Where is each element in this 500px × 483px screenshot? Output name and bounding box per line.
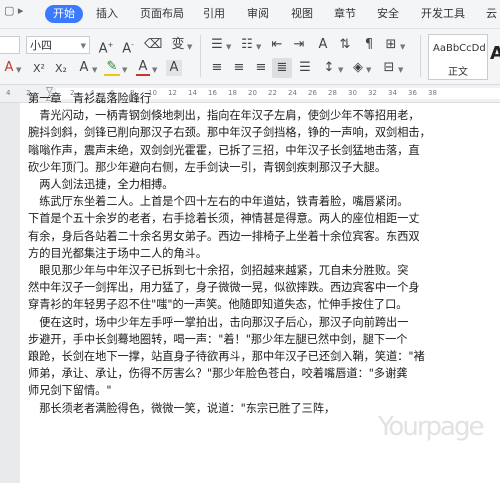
align-left-icon[interactable]: ≡ xyxy=(208,60,226,76)
text-line: 砍少年顶门。那少年避向右侧，左手剑诀一引，青钢剑疾刺那汉子大腿。 xyxy=(28,160,387,174)
text-line: 青光闪动，一柄青钢剑倏地刺出，指向在年汉子左肩，使剑少年不等招用老， xyxy=(28,109,420,123)
style-more-button[interactable]: A xyxy=(490,43,500,64)
menu-bar: ▢ ▸ 开始 插入 页面布局 引用 审阅 视图 章节 安全 开发工具 云 xyxy=(0,0,500,29)
document-body[interactable]: 第一章 青衫磊落险峰行 青光闪动，一柄青钢剑倏地刺出，指向在年汉子左肩，使剑少年… xyxy=(28,90,468,417)
style-name: 正文 xyxy=(448,67,468,78)
font-name-select[interactable] xyxy=(0,36,20,54)
tab-developer-tools[interactable]: 开发工具 xyxy=(421,6,465,22)
subscript-icon[interactable]: X₂ xyxy=(52,61,70,77)
text-line: 眼见那少年与中年汉子已拆到七十余招，剑招越来越紧，兀自未分胜败。突 xyxy=(28,264,409,278)
chevron-down-icon[interactable]: ▼ xyxy=(122,66,127,74)
chevron-down-icon[interactable]: ▼ xyxy=(398,66,403,74)
text-line: 腕抖剑斜，剑锋已削向那汉子右颈。那中年汉子剑挡格，铮的一声响，双剑相击， xyxy=(28,126,431,140)
shading-fill-icon[interactable]: ◈ xyxy=(350,60,366,76)
style-sample: AaBbCcDd xyxy=(433,43,486,54)
font-size-select[interactable]: 小四 ▼ xyxy=(26,36,90,54)
tab-page-layout[interactable]: 页面布局 xyxy=(140,6,184,22)
text-line: 师兄剑下留情。" xyxy=(28,384,112,398)
separator xyxy=(420,35,421,77)
watermark: Yourpage xyxy=(378,412,484,442)
text-line: 下首是个五十余岁的老者，右手捻着长须，神情甚是得意。两人的座位相距一丈 xyxy=(28,212,420,226)
phonetic-guide-icon[interactable]: 变 xyxy=(170,37,186,53)
bullet-list-icon[interactable]: ☰ xyxy=(208,37,226,53)
quick-access-icons[interactable]: ▢ ▸ xyxy=(4,4,23,17)
sort-icon[interactable]: ⇅ xyxy=(336,37,354,53)
text-line: 便在这时，场中少年左手呼一掌拍出，击向那汉子后心，那汉子向前跨出一 xyxy=(28,315,409,329)
chevron-down-icon[interactable]: ▼ xyxy=(152,66,157,74)
text-line: 嗡嗡作声，震声未绝，双剑剑光霍霍，已拆了三招，中年汉子长剑猛地击落，直 xyxy=(28,143,420,157)
text-line: 穿青衫的年轻男子忍不住"嗤"的一声笑。他随即知道失态，忙伸手按住了口。 xyxy=(28,298,408,312)
align-justify-icon[interactable]: ≣ xyxy=(272,58,292,78)
chinese-layout-icon[interactable]: A xyxy=(314,37,332,53)
chevron-down-icon[interactable]: ▼ xyxy=(366,66,371,74)
tab-review[interactable]: 审阅 xyxy=(247,6,269,22)
chevron-down-icon[interactable]: ▼ xyxy=(226,43,231,51)
distributed-align-icon[interactable]: ☰ xyxy=(296,60,314,76)
highlight-icon[interactable]: ✎ xyxy=(104,60,120,76)
chevron-down-icon[interactable]: ▼ xyxy=(256,43,261,51)
text-line: 然中年汉子一剑挥出，用力猛了，身子微微一晃，似欲摔跌。西边宾客中一个身 xyxy=(28,281,420,295)
chevron-down-icon[interactable]: ▼ xyxy=(400,43,405,51)
text-effect-icon[interactable]: A xyxy=(76,60,92,76)
tab-cloud[interactable]: 云 xyxy=(486,6,497,22)
shrink-font-icon[interactable]: A- xyxy=(120,37,136,57)
tab-insert[interactable]: 插入 xyxy=(96,6,118,22)
strikethrough-icon[interactable]: A xyxy=(2,60,16,76)
align-center-icon[interactable]: ≡ xyxy=(230,60,248,76)
superscript-icon[interactable]: X² xyxy=(30,61,48,77)
text-line: 有余，身后各站着二十余名男女弟子。西边一排椅子上坐着十余位宾客。东西双 xyxy=(28,229,420,243)
clear-format-icon[interactable]: ⌫ xyxy=(144,37,162,53)
increase-indent-icon[interactable]: ⇥ xyxy=(290,37,308,53)
line-spacing-icon[interactable]: ↕ xyxy=(320,60,338,76)
chapter-title: 第一章 青衫磊落险峰行 xyxy=(28,92,152,105)
tab-security[interactable]: 安全 xyxy=(377,6,399,22)
tab-home[interactable]: 开始 xyxy=(45,5,83,23)
text-line: 步避开，手中长剑蓦地圈转，喝一声："着！"那少年左腿已然中剑，腿下一个 xyxy=(28,332,408,346)
grow-font-icon[interactable]: A+ xyxy=(98,37,114,57)
font-color-icon[interactable]: A xyxy=(136,60,150,76)
numbered-list-icon[interactable]: ☷ xyxy=(238,37,256,53)
text-line: 师弟，承让、承让，伤得不厉害么？"那少年脸色苍白，咬着嘴唇道："多谢龚 xyxy=(28,367,408,381)
text-line: 方的目光都集注于场中二人的角斗。 xyxy=(28,246,208,260)
text-line: 踉跄，长剑在地下一撑，站直身子待欲再斗，那中年汉子已还剑入鞘，笑道："褚 xyxy=(28,350,425,364)
tab-chapter[interactable]: 章节 xyxy=(334,6,356,22)
ribbon-toolbar: 小四 ▼ A+ A- ⌫ 变 ▼ ☰ ▼ ☷ ▼ ⇤ ⇥ A ⇅ ¶ ⊞ ▼ A… xyxy=(0,29,500,85)
show-marks-icon[interactable]: ¶ xyxy=(360,37,378,53)
chevron-down-icon[interactable]: ▼ xyxy=(92,66,97,74)
chevron-down-icon[interactable]: ▼ xyxy=(338,66,343,74)
separator xyxy=(200,35,201,77)
borders-icon[interactable]: ⊟ xyxy=(380,60,398,76)
style-normal[interactable]: AaBbCcDd 正文 xyxy=(428,34,488,80)
chevron-down-icon[interactable]: ▼ xyxy=(187,43,192,51)
table-borders-icon[interactable]: ⊞ xyxy=(382,37,400,53)
decrease-indent-icon[interactable]: ⇤ xyxy=(268,37,286,53)
chevron-down-icon[interactable]: ▼ xyxy=(16,66,21,74)
tab-references[interactable]: 引用 xyxy=(203,6,225,22)
chevron-down-icon: ▼ xyxy=(80,42,86,50)
text-line: 两人剑法迅捷，全力相搏。 xyxy=(28,178,174,192)
text-line: 练武厅东坐着二人。上首是个四十左右的中年道姑，铁青着脸，嘴唇紧闭。 xyxy=(28,195,409,209)
char-shading-icon[interactable]: A xyxy=(166,60,182,76)
tab-view[interactable]: 视图 xyxy=(291,6,313,22)
font-size-value: 小四 xyxy=(30,39,52,52)
align-right-icon[interactable]: ≡ xyxy=(252,60,270,76)
ruler-tick: 4 xyxy=(6,89,11,97)
